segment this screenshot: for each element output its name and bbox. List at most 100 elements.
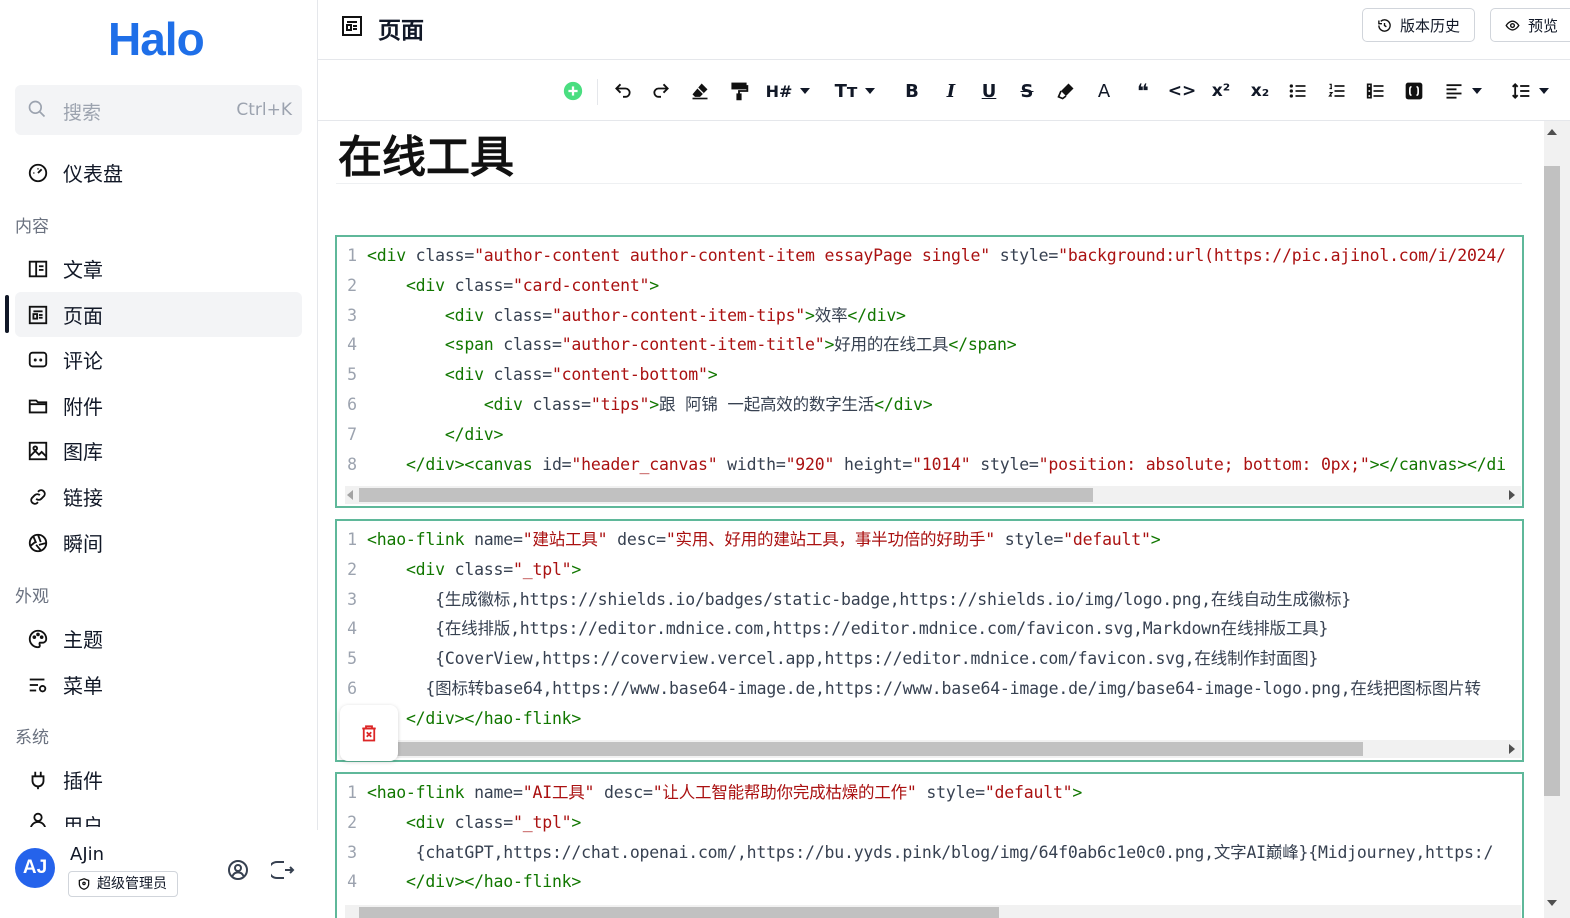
sidebar-item-attachments[interactable]: 附件 xyxy=(15,383,302,428)
document-title[interactable]: 在线工具 xyxy=(338,121,514,185)
code-block-button[interactable] xyxy=(1401,78,1427,104)
code-line[interactable]: 8 </div><canvas id="header_canvas" width… xyxy=(337,450,1506,480)
align-dropdown[interactable] xyxy=(1439,78,1487,104)
code-line[interactable]: 6 <div class="tips">跟 阿锦 一起高效的数字生活</div> xyxy=(337,390,933,420)
code-line[interactable]: 1 <hao-flink name="AI工具" desc="让人工智能帮助你完成… xyxy=(337,778,1082,808)
preview-button[interactable]: 预览 xyxy=(1490,8,1570,42)
line-number: 7 xyxy=(347,424,357,444)
code-line[interactable]: 4 <span class="author-content-item-title… xyxy=(337,330,1017,360)
scroll-right-arrow[interactable] xyxy=(1509,490,1515,500)
halo-logo[interactable]: Halo xyxy=(108,12,205,66)
sidebar-item-comments[interactable]: 评论 xyxy=(15,337,302,382)
sidebar-item-label: 用户 xyxy=(63,814,103,827)
menu-settings-icon xyxy=(27,674,49,696)
sidebar-item-label: 评论 xyxy=(63,349,103,373)
code-line[interactable]: 7 </div> xyxy=(337,420,503,450)
ordered-list-button[interactable] xyxy=(1324,78,1350,104)
sidebar-item-posts[interactable]: 文章 xyxy=(15,246,302,291)
italic-button[interactable]: I xyxy=(939,78,963,104)
heading-dropdown[interactable]: H# xyxy=(766,78,810,104)
line-number: 5 xyxy=(347,649,357,669)
code-button[interactable]: <> xyxy=(1168,78,1197,104)
search-input[interactable]: 搜索 Ctrl+K xyxy=(15,85,302,135)
scroll-up-arrow[interactable] xyxy=(1547,129,1557,135)
code-line[interactable]: 6 {图标转base64,https://www.base64-image.de… xyxy=(337,674,1481,704)
underline-button[interactable]: U xyxy=(977,78,1001,104)
horizontal-scrollbar[interactable] xyxy=(345,905,1521,918)
highlight-button[interactable] xyxy=(1054,78,1078,104)
strikethrough-button[interactable]: S xyxy=(1015,78,1039,104)
code-block[interactable]: 8 </div><canvas id="header_canvas" width… xyxy=(335,235,1524,508)
code-line[interactable]: 4 {在线排版,https://editor.mdnice.com,https:… xyxy=(337,614,1328,644)
strikethrough-label: S xyxy=(1020,80,1034,102)
version-history-button[interactable]: 版本历史 xyxy=(1362,8,1476,42)
font-color-button[interactable]: A xyxy=(1092,78,1116,104)
superscript-button[interactable]: x² xyxy=(1208,78,1234,104)
code-line[interactable]: 4 </div></hao-flink> xyxy=(337,867,581,897)
code-line[interactable]: 3 {生成徽标,https://shields.io/badges/static… xyxy=(337,585,1351,615)
code-line[interactable]: 3 {chatGPT,https://chat.openai.com/,http… xyxy=(337,838,1493,868)
sidebar-item-gallery[interactable]: 图库 xyxy=(15,428,302,473)
nav-group-appearance: 外观 xyxy=(15,587,49,607)
version-history-label: 版本历史 xyxy=(1400,16,1461,35)
blockquote-button[interactable]: ❝ xyxy=(1131,78,1155,104)
delete-block-button[interactable] xyxy=(340,705,398,761)
line-number: 4 xyxy=(347,872,357,892)
scrollbar-thumb[interactable] xyxy=(359,907,999,918)
code-text: <div class="content-bottom"> xyxy=(444,365,718,385)
code-text: <div class="card-content"> xyxy=(405,275,660,295)
user-profile-icon[interactable] xyxy=(226,858,250,882)
code-line[interactable]: 5 <div class="content-bottom"> xyxy=(337,360,718,390)
code-line[interactable]: 3 <div class="author-content-item-tips">… xyxy=(337,301,906,331)
code-line[interactable]: 1 <hao-flink name="建站工具" desc="实用、好用的建站工具… xyxy=(337,525,1161,555)
sidebar-item-moments[interactable]: 瞬间 xyxy=(15,520,302,565)
font-size-dropdown[interactable]: Tт xyxy=(833,78,877,104)
scrollbar-thumb[interactable] xyxy=(359,742,1363,756)
history-icon xyxy=(1378,18,1391,32)
format-painter-button[interactable] xyxy=(726,78,752,104)
sidebar-item-dashboard[interactable]: 仪表盘 xyxy=(15,150,302,195)
task-list-icon xyxy=(1366,83,1384,99)
clear-format-button[interactable] xyxy=(687,78,713,104)
bullet-list-button[interactable] xyxy=(1285,78,1311,104)
dashboard-icon xyxy=(27,162,49,184)
redo-button[interactable] xyxy=(648,78,674,104)
sidebar-item-pages[interactable]: 页面 xyxy=(15,292,302,337)
subscript-button[interactable]: x₂ xyxy=(1247,78,1273,104)
shield-icon xyxy=(78,878,90,890)
scrollbar-thumb[interactable] xyxy=(1544,166,1560,796)
sidebar-item-themes[interactable]: 主题 xyxy=(15,616,302,661)
user-icon xyxy=(27,810,49,827)
horizontal-scrollbar[interactable] xyxy=(345,486,1521,504)
scrollbar-thumb[interactable] xyxy=(359,488,1093,502)
sidebar-item-users[interactable]: 用户 xyxy=(15,803,302,827)
scroll-down-arrow[interactable] xyxy=(1547,900,1557,906)
code-line[interactable]: 5 {CoverView,https://coverview.vercel.ap… xyxy=(337,644,1318,674)
editor-content[interactable]: 在线工具 8 </div><canvas id="header_canvas" … xyxy=(318,121,1544,918)
line-number: 6 xyxy=(347,395,357,414)
code-block[interactable]: 7 </div></hao-flink>6 {图标转base64,https:/… xyxy=(335,519,1524,762)
line-height-dropdown[interactable] xyxy=(1506,78,1554,104)
code-line[interactable]: 2 <div class="_tpl"> xyxy=(337,555,581,585)
code-block[interactable]: 4 </div></hao-flink> 3 {chatGPT,https://c… xyxy=(335,772,1524,918)
logout-icon[interactable] xyxy=(271,858,295,882)
line-number: 4 xyxy=(347,335,357,355)
horizontal-scrollbar[interactable] xyxy=(345,740,1521,758)
sidebar-item-menus[interactable]: 菜单 xyxy=(15,662,302,707)
subscript-label: x₂ xyxy=(1250,81,1270,101)
code-line[interactable]: 2 <div class="card-content"> xyxy=(337,271,659,301)
undo-button[interactable] xyxy=(610,78,636,104)
code-line[interactable]: 1 <div class="author-content author-conte… xyxy=(337,241,1506,271)
vertical-scrollbar[interactable] xyxy=(1544,121,1570,918)
sidebar-item-links[interactable]: 链接 xyxy=(15,474,302,519)
code-line[interactable]: 2 <div class="_tpl"> xyxy=(337,808,581,838)
sidebar-item-plugins[interactable]: 插件 xyxy=(15,757,302,802)
task-list-button[interactable] xyxy=(1363,78,1389,104)
avatar[interactable]: AJ xyxy=(15,848,55,888)
bold-button[interactable]: B xyxy=(900,78,924,104)
scroll-right-arrow[interactable] xyxy=(1509,744,1515,754)
add-block-button[interactable] xyxy=(561,78,585,104)
scroll-left-arrow[interactable] xyxy=(347,490,353,500)
link-icon xyxy=(27,486,49,508)
superscript-label: x² xyxy=(1211,81,1231,101)
